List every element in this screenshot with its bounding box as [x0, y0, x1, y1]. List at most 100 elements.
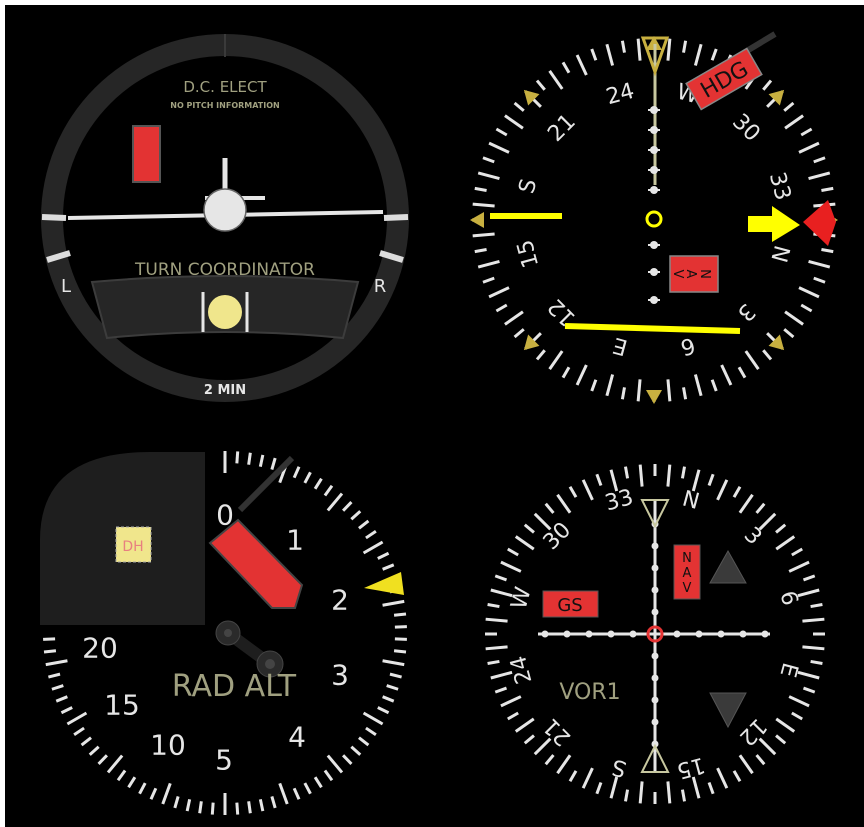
vor-compass-label: 6 [774, 588, 802, 608]
instrument-svg: D.C. ELECT NO PITCH INFORMATION TURN COO… [40, 31, 838, 815]
ra-tick [149, 787, 158, 800]
hsi-compass-tick [575, 54, 588, 76]
hsi-compass-tick [620, 387, 626, 400]
ra-tick [386, 684, 399, 691]
tc-right-label: R [374, 276, 387, 297]
ra-tick [247, 452, 252, 465]
vor-compass-tick [544, 502, 555, 514]
vor-compass-label: E [774, 660, 802, 680]
vor-compass-tick [716, 479, 729, 501]
ra-tick [106, 754, 124, 774]
hsi-compass-tick [762, 79, 773, 91]
ra-tick [389, 672, 402, 679]
vor-compass-tick [738, 493, 754, 514]
vor-compass-tick [494, 574, 508, 582]
ra-tick [326, 492, 344, 512]
ra-tick [51, 684, 64, 691]
vor-loc-dot [651, 674, 659, 682]
ra-tick [342, 501, 353, 512]
vor-gs-dot [585, 630, 593, 638]
hsi-compass-tick [666, 38, 672, 61]
vor-compass-tick [638, 464, 644, 487]
ra-tick [198, 801, 203, 814]
vor-compass-tick [485, 645, 508, 651]
ra-scale-label: 4 [288, 721, 306, 754]
ra-tick [393, 649, 407, 654]
hsi-compass-tick [783, 101, 795, 112]
hsi-compass-tick [590, 48, 598, 61]
hsi-compass-tick [808, 171, 831, 181]
vor-loc-dot [651, 542, 659, 550]
vor-loc-dot [651, 696, 659, 704]
ra-tick [258, 798, 265, 812]
hsi-compass-tick [744, 350, 760, 370]
ra-tick [73, 726, 85, 737]
ra-tick [258, 454, 265, 468]
vor-compass-tick [514, 535, 535, 551]
vor-gs-flag-text: GS [557, 595, 582, 616]
tc-off-flag [132, 125, 161, 183]
hsi-compass-tick [666, 379, 672, 402]
hsi-compass-tick [513, 328, 525, 339]
ra-scale-label: 15 [104, 689, 140, 722]
hsi-compass-tick [800, 303, 813, 313]
ra-tick [313, 477, 323, 490]
vor-compass-tick [666, 781, 672, 804]
vor-compass-label: 15 [674, 752, 708, 783]
ra-tick [358, 736, 370, 747]
ra-tick [358, 519, 370, 530]
hsi-compass-label: N [765, 242, 793, 264]
hsi-compass-tick [561, 61, 571, 74]
vor-compass-tick [556, 754, 572, 775]
vor-compass-tick [556, 493, 572, 514]
ra-tick [247, 801, 252, 814]
hsi-compass-tick [504, 114, 524, 130]
svg-text:V: V [670, 270, 685, 279]
ra-tick [278, 782, 289, 805]
ra-tick [127, 776, 137, 789]
ra-tick [235, 451, 240, 464]
vor-compass-tick [810, 603, 823, 609]
vor-compass-tick [707, 781, 715, 795]
vor-loc-dot [651, 564, 659, 572]
ra-tick [377, 706, 390, 715]
hsi-compass-tick [813, 156, 826, 164]
ra-tick [382, 599, 405, 607]
ra-tick [362, 540, 384, 555]
vor-compass-tick [624, 789, 630, 802]
hsi-compass-tick [710, 379, 718, 392]
ra-tick [326, 754, 344, 774]
hsi-compass-tick [762, 349, 773, 361]
tc-airplane-body [203, 188, 247, 232]
hsi-compass-tick [605, 374, 615, 397]
hsi-dev-dot [650, 106, 658, 114]
hsi-dev-dot [650, 268, 658, 276]
hsi-bearing-needle-bottom [564, 323, 741, 334]
hsi-compass-tick [800, 127, 813, 137]
ra-scale-label: 2 [331, 584, 349, 617]
hsi-compass-tick [477, 259, 500, 269]
hsi-compass-tick [605, 43, 615, 66]
vor-loc-dot [651, 718, 659, 726]
radar-altimeter: 012345101520 DH RAD ALT [40, 451, 407, 815]
hsi-compass-tick [575, 364, 588, 386]
vor-compass-tick [680, 789, 686, 802]
hsi-compass-tick [783, 328, 795, 339]
vor-compass-tick [581, 479, 594, 501]
vor-compass-tick [802, 574, 816, 582]
tc-right-level-mark [383, 214, 409, 221]
ra-scale-label: 5 [215, 744, 233, 777]
hsi-compass-label: S [515, 176, 543, 196]
ra-tick [382, 695, 395, 703]
hsi-compass-tick [693, 43, 703, 66]
ra-tick [138, 782, 147, 795]
vor-compass-tick [707, 473, 715, 487]
hsi-compass-tick [710, 48, 718, 61]
hsi-compass-tick [482, 156, 495, 164]
vor-compass-tick [544, 754, 555, 766]
vor-indicator: N36E1215S2124W3033 GS N A V VOR1 [485, 464, 825, 804]
hsi-compass-tick [472, 232, 495, 238]
vor-compass-tick [775, 717, 796, 733]
hsi-compass-tick [495, 303, 508, 313]
ra-tick [382, 563, 395, 571]
